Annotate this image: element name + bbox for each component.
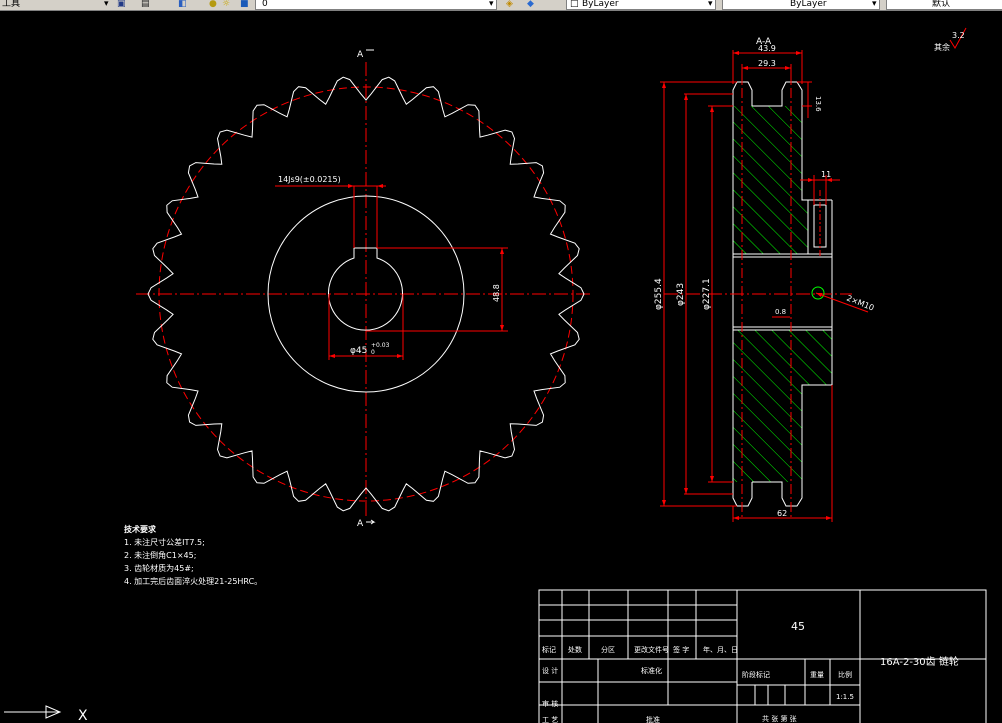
roughness-label: 其余: [934, 42, 950, 52]
layer-dropdown-arrow-icon[interactable]: ▾: [489, 0, 494, 10]
workspace-dropdown-icon[interactable]: ▾: [104, 0, 109, 10]
linetype-value: ByLayer: [790, 0, 827, 9]
keyway-width-text: 14Js9(±0.0215): [278, 175, 341, 184]
color-value: ByLayer: [582, 0, 619, 9]
chamfer-dimension: 0.8: [772, 308, 790, 318]
bore-section: [732, 253, 833, 331]
scale-label: 比例: [838, 670, 852, 679]
ucs-x-label: X: [78, 708, 88, 723]
bore-tolerance-upper: +0.03: [371, 342, 390, 349]
section-marker-bottom: A: [357, 519, 376, 529]
workspace-label: 工具: [2, 0, 21, 9]
part-name-text: 16A-2-30齿 链轮: [880, 655, 959, 668]
make-current-icon[interactable]: ▤: [141, 0, 150, 10]
layer-properties-icon[interactable]: ◧: [178, 0, 187, 10]
bore-diameter-text: φ45: [350, 346, 367, 356]
roughness-symbol: 3.2 其余: [934, 27, 967, 52]
sheets-label: 共 张 第 张: [762, 714, 797, 723]
standardize-label: 标准化: [641, 666, 662, 675]
pitch-diameter-text: φ243: [676, 283, 686, 306]
process-label: 工 艺: [542, 716, 558, 723]
title-row-label: 处数: [568, 645, 582, 654]
tech-req-item: 1. 未注尺寸公差IT7.5;: [124, 537, 205, 547]
roughness-value: 3.2: [952, 31, 965, 40]
ucs-icon: X: [4, 705, 88, 723]
stage-label: 阶段标记: [742, 670, 770, 679]
title-row-label: 签 字: [673, 645, 689, 654]
hub-total-text: 43.9: [758, 44, 776, 53]
title-row-label: 年、月、日: [703, 645, 738, 654]
title-row-label: 更改文件号: [634, 645, 669, 654]
sun-icon[interactable]: ☼: [222, 0, 230, 10]
outer-diameter-text: φ255.4: [654, 278, 664, 310]
root-diameter-text: φ227.1: [702, 278, 712, 310]
color-swatch-icon: □: [570, 0, 579, 9]
lock-icon[interactable]: ■: [240, 0, 249, 10]
section-marker-top-label: A: [357, 50, 364, 60]
lineweight-value: 默认: [932, 0, 951, 9]
tech-req-item: 2. 未注倒角C1×45;: [124, 550, 196, 560]
layer-previous-icon[interactable]: ◈: [506, 0, 513, 10]
drawing-canvas[interactable]: 14Js9(±0.0215) 48.8 φ45 +0.03 0 A A A-A …: [0, 11, 1002, 723]
linetype-dropdown-arrow-icon[interactable]: ▾: [872, 0, 877, 10]
keyway-width-dimension: 14Js9(±0.0215): [275, 175, 386, 248]
thread-leader: 2×M10: [815, 292, 875, 313]
tech-req-item: 3. 齿轮材质为45#;: [124, 563, 194, 573]
toolbar: 工具 ▾ ▣ ▤ ◧ ● ☼ ■ 0 ▾ ◈ ◆ □ ByLayer ▾ ByL…: [0, 0, 1002, 11]
tooth-width-text: 13.6: [814, 96, 822, 112]
bore-tolerance-lower: 0: [371, 349, 375, 356]
section-view: A-A φ255.4 φ243 φ227.1 43.9 29.3 13.6 11…: [654, 37, 875, 522]
title-block-text: 45 16A-2-30齿 链轮 标记 处数 分区 更改文件号 签 字 年、月、日…: [542, 620, 959, 723]
design-label: 设 计: [542, 666, 558, 675]
tooth-span-text: 29.3: [758, 59, 776, 68]
section-marker-top: A: [357, 49, 374, 60]
tech-req-title: 技术要求: [124, 524, 157, 534]
hole-width-text: 11: [821, 170, 831, 179]
keyway-depth-dimension: 48.8: [366, 247, 508, 332]
front-view: 14Js9(±0.0215) 48.8 φ45 +0.03 0 A A: [136, 49, 590, 529]
color-dropdown-arrow-icon[interactable]: ▾: [708, 0, 713, 10]
match-properties-icon[interactable]: ▣: [117, 0, 126, 10]
thread-text: 2×M10: [845, 294, 875, 313]
weight-label: 重量: [810, 671, 824, 679]
material-text: 45: [791, 620, 805, 633]
tech-req-item: 4. 加工完后齿面淬火处理21-25HRC。: [124, 576, 262, 586]
section-marker-bottom-label: A: [357, 519, 364, 529]
scale-value: 1:1.5: [836, 693, 854, 701]
approve-label: 批准: [646, 715, 660, 723]
chamfer-text: 0.8: [775, 308, 786, 316]
layer-value: 0: [262, 0, 268, 9]
bulb-icon[interactable]: ●: [209, 0, 217, 10]
length-text: 62: [777, 509, 787, 518]
review-label: 审 核: [542, 699, 558, 708]
layer-states-icon[interactable]: ◆: [527, 0, 534, 10]
technical-requirements: 技术要求 1. 未注尺寸公差IT7.5; 2. 未注倒角C1×45; 3. 齿轮…: [124, 524, 262, 586]
keyway-depth-text: 48.8: [492, 284, 501, 302]
title-row-label: 分区: [601, 645, 615, 654]
tooth-span-dimension: 29.3: [741, 59, 792, 84]
title-row-label: 标记: [542, 645, 556, 654]
layer-dropdown[interactable]: [255, 0, 497, 10]
